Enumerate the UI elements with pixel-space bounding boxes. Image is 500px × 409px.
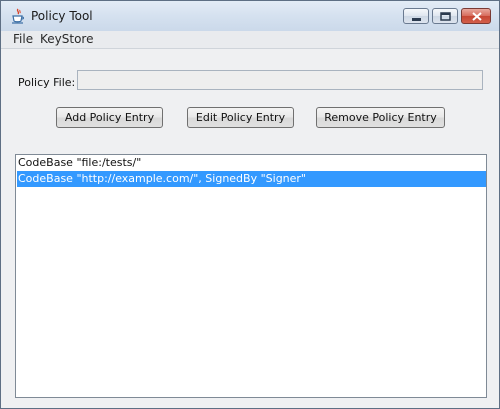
title-bar[interactable]: Policy Tool bbox=[1, 1, 499, 31]
remove-policy-entry-button[interactable]: Remove Policy Entry bbox=[316, 107, 445, 128]
menu-bar: File KeyStore bbox=[1, 31, 499, 49]
policy-file-field[interactable] bbox=[77, 70, 483, 90]
minimize-icon bbox=[412, 18, 421, 21]
maximize-icon bbox=[440, 12, 451, 21]
list-item-selected[interactable]: CodeBase "http://example.com/", SignedBy… bbox=[17, 171, 486, 187]
menu-keystore[interactable]: KeyStore bbox=[40, 32, 93, 46]
policy-file-label: Policy File: bbox=[18, 76, 76, 89]
list-item[interactable]: CodeBase "file:/tests/" bbox=[17, 155, 486, 171]
edit-policy-entry-button[interactable]: Edit Policy Entry bbox=[187, 107, 294, 128]
add-policy-entry-button[interactable]: Add Policy Entry bbox=[56, 107, 163, 128]
minimize-button[interactable] bbox=[403, 8, 429, 24]
maximize-button[interactable] bbox=[432, 8, 458, 24]
close-icon bbox=[472, 12, 482, 21]
java-icon bbox=[11, 8, 25, 24]
policy-entries-list[interactable]: CodeBase "file:/tests/" CodeBase "http:/… bbox=[15, 154, 487, 398]
policy-tool-window: Policy Tool File KeyStore Policy File: A… bbox=[0, 0, 500, 409]
menu-file[interactable]: File bbox=[13, 32, 33, 46]
window-title: Policy Tool bbox=[31, 9, 93, 23]
close-button[interactable] bbox=[461, 8, 491, 24]
